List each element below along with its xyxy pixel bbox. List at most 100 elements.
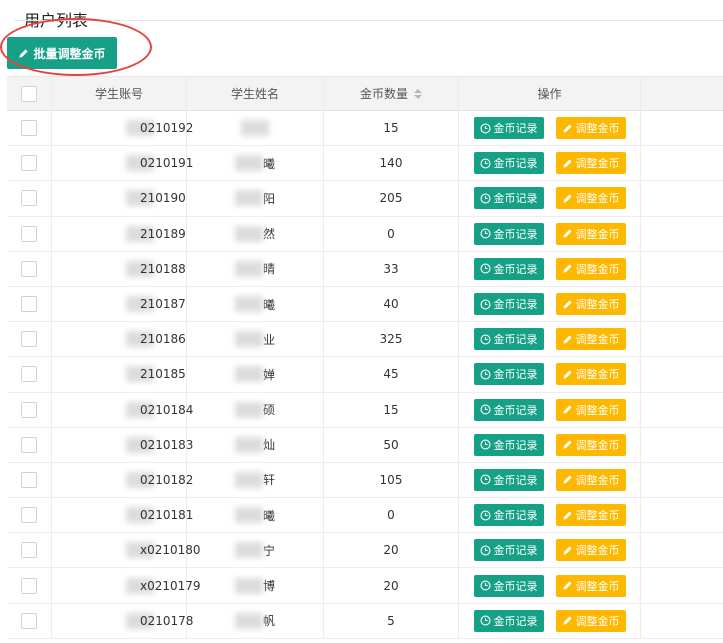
clock-icon <box>479 334 491 345</box>
pencil-icon <box>562 159 572 168</box>
name-value: 曦 <box>262 156 275 171</box>
coin-record-label: 金币记录 <box>493 333 538 347</box>
batch-adjust-coins-label: 批量调整金币 <box>33 46 106 61</box>
adjust-coins-button[interactable]: 调整金币 <box>555 574 626 597</box>
row-checkbox[interactable] <box>21 401 37 418</box>
sort-icon[interactable] <box>414 88 422 99</box>
adjust-coins-button[interactable]: 调整金币 <box>555 257 626 280</box>
adjust-coins-button[interactable]: 调整金币 <box>555 152 626 175</box>
row-checkbox[interactable] <box>21 542 37 559</box>
actions-cell: 金币记录 调整金币 <box>459 427 641 462</box>
coin-record-button[interactable]: 金币记录 <box>473 187 544 210</box>
adjust-coins-button[interactable]: 调整金币 <box>555 117 626 140</box>
account-cell: 0210183 <box>52 427 193 462</box>
row-check-cell <box>7 111 52 146</box>
coin-record-button[interactable]: 金币记录 <box>473 117 544 140</box>
coin-record-button[interactable]: 金币记录 <box>473 433 544 456</box>
account-cell: 0210182 <box>52 462 193 498</box>
adjust-coins-button[interactable]: 调整金币 <box>555 187 626 210</box>
row-check-cell <box>7 251 52 286</box>
redaction-blur <box>234 436 263 453</box>
header-name: 学生姓名 <box>187 77 324 110</box>
row-checkbox[interactable] <box>21 577 37 594</box>
adjust-coins-button[interactable]: 调整金币 <box>555 293 626 316</box>
name-cell: 帆 <box>187 603 324 638</box>
adjust-coins-button[interactable]: 调整金币 <box>555 433 626 456</box>
redaction-blur <box>234 331 263 348</box>
table-row: 210186 业 325 金币记录 调整金币 <box>7 322 723 358</box>
name-cell: 博 <box>187 568 324 603</box>
coin-record-button[interactable]: 金币记录 <box>473 468 544 491</box>
name-wrap: 博 <box>234 577 275 594</box>
coin-record-button[interactable]: 金币记录 <box>473 363 544 386</box>
coin-record-button[interactable]: 金币记录 <box>473 222 544 245</box>
table-row: 210190 阳 205 金币记录 调整金币 <box>7 181 723 217</box>
pencil-icon <box>562 475 572 485</box>
row-checkbox[interactable] <box>21 120 37 137</box>
adjust-coins-button[interactable]: 调整金币 <box>555 398 626 421</box>
row-filler <box>641 111 723 145</box>
coin-record-button[interactable]: 金币记录 <box>473 328 544 351</box>
pencil-icon <box>562 194 572 203</box>
account-value: x0210179 <box>140 578 201 593</box>
account-wrap: 210189 <box>126 225 186 242</box>
account-cell: 0210181 <box>52 498 193 533</box>
account-cell: 210186 <box>52 322 187 357</box>
row-checkbox[interactable] <box>21 260 37 277</box>
account-value: 210188 <box>140 261 186 276</box>
coin-record-label: 金币记录 <box>493 403 538 417</box>
actions-cell: 金币记录 调整金币 <box>459 111 641 146</box>
coin-record-label: 金币记录 <box>493 579 538 593</box>
account-cell: 0210178 <box>52 603 193 638</box>
adjust-coins-button[interactable]: 调整金币 <box>555 222 626 245</box>
pencil-icon <box>19 48 29 58</box>
coin-record-button[interactable]: 金币记录 <box>473 609 544 632</box>
coins-cell: 105 <box>324 462 459 498</box>
row-checkbox[interactable] <box>21 471 37 488</box>
coin-record-label: 金币记录 <box>493 262 538 276</box>
name-value: 博 <box>262 579 275 594</box>
coin-record-button[interactable]: 金币记录 <box>473 257 544 280</box>
table-row: 0210178 帆 5 金币记录 调整金币 <box>7 603 723 639</box>
row-checkbox[interactable] <box>21 436 37 453</box>
account-wrap: 210190 <box>126 190 186 207</box>
coins-cell: 20 <box>324 533 459 568</box>
table-row: 210187 曦 40 金币记录 调整金币 <box>7 286 723 323</box>
coin-record-button[interactable]: 金币记录 <box>473 504 544 527</box>
header-coins[interactable]: 金币数量 <box>324 77 459 110</box>
coin-record-button[interactable]: 金币记录 <box>473 574 544 597</box>
row-checkbox[interactable] <box>21 225 37 242</box>
row-checkbox[interactable] <box>21 331 37 348</box>
coin-record-label: 金币记录 <box>493 227 538 241</box>
adjust-coins-button[interactable]: 调整金币 <box>555 609 626 632</box>
adjust-coins-button[interactable]: 调整金币 <box>555 468 626 491</box>
adjust-coins-button[interactable]: 调整金币 <box>555 328 626 351</box>
coin-record-button[interactable]: 金币记录 <box>473 539 544 562</box>
coin-record-button[interactable]: 金币记录 <box>473 398 544 421</box>
row-checkbox[interactable] <box>21 366 37 383</box>
row-checkbox[interactable] <box>21 190 37 207</box>
adjust-coins-button[interactable]: 调整金币 <box>555 539 626 562</box>
batch-adjust-coins-button[interactable]: 批量调整金币 <box>7 37 117 69</box>
name-cell: 硕 <box>187 392 324 427</box>
name-cell: 业 <box>187 322 324 357</box>
account-wrap: x0210180 <box>126 542 201 559</box>
coin-record-button[interactable]: 金币记录 <box>473 293 544 316</box>
coin-record-button[interactable]: 金币记录 <box>473 152 544 175</box>
table-row: 210188 晴 33 金币记录 调整金币 <box>7 251 723 287</box>
row-checkbox[interactable] <box>21 296 37 313</box>
name-cell: 轩 <box>187 462 324 498</box>
row-checkbox[interactable] <box>21 612 37 629</box>
actions-cell: 金币记录 调整金币 <box>459 251 641 286</box>
header-coins-label: 金币数量 <box>359 87 408 101</box>
table-row: 0210183 灿 50 金币记录 调整金币 <box>7 427 723 463</box>
title-divider <box>14 20 723 21</box>
row-checkbox[interactable] <box>21 507 37 524</box>
select-all-checkbox[interactable] <box>21 85 37 102</box>
coins-cell: 45 <box>324 357 459 392</box>
adjust-coins-label: 调整金币 <box>575 614 620 628</box>
adjust-coins-button[interactable]: 调整金币 <box>555 363 626 386</box>
row-checkbox[interactable] <box>21 155 37 172</box>
adjust-coins-button[interactable]: 调整金币 <box>555 504 626 527</box>
clock-icon <box>479 545 491 556</box>
